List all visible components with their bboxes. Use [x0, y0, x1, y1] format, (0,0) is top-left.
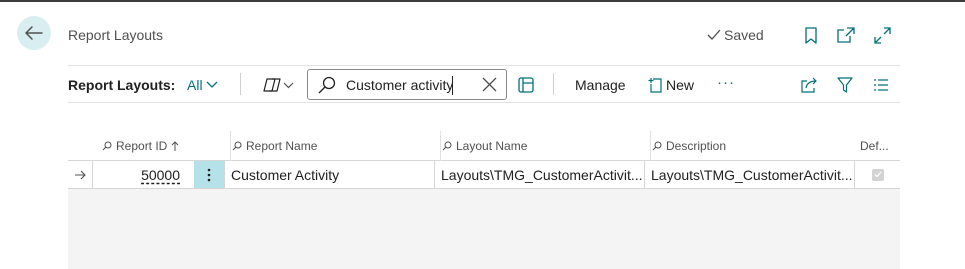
cell-layout-name[interactable]: Layouts\TMG_CustomerActivit... [434, 161, 644, 188]
page-title: Report Layouts [68, 27, 163, 43]
expand-icon [873, 26, 891, 44]
search-icon [652, 141, 662, 151]
expand-button[interactable] [871, 24, 893, 46]
action-bar: Report Layouts: All Customer activity Ma… [68, 65, 900, 103]
column-label: Layout Name [456, 139, 528, 153]
layout-name-value: Layouts\TMG_CustomerActivit... [441, 166, 643, 183]
column-header-report-id[interactable]: Report ID [102, 131, 179, 161]
column-separator [230, 131, 231, 161]
description-value: Layouts\TMG_CustomerActivit... [651, 166, 853, 183]
list-icon [874, 79, 888, 91]
manage-label: Manage [575, 77, 626, 93]
divider [68, 65, 900, 66]
bookmark-icon [805, 26, 817, 44]
view-filter-value: All [187, 77, 203, 93]
report-name-value: Customer Activity [231, 166, 340, 183]
column-header-default[interactable]: Def... [860, 131, 889, 161]
open-new-window-icon [837, 27, 855, 43]
view-label: Report Layouts: [68, 77, 176, 93]
funnel-icon [837, 77, 853, 93]
checkmark-icon [707, 29, 721, 40]
copilot-button[interactable] [263, 75, 294, 95]
divider [68, 102, 900, 103]
saved-label: Saved [724, 27, 764, 43]
search-icon [102, 141, 112, 151]
open-new-window-button[interactable] [835, 24, 857, 46]
copilot-icon [263, 78, 281, 92]
chevron-down-icon [283, 82, 294, 88]
table-row[interactable]: 50000 Customer Activity Layouts\TMG_Cust… [68, 161, 900, 189]
share-icon [801, 77, 817, 93]
filter-pane-button[interactable] [518, 75, 534, 95]
cell-report-name[interactable]: Customer Activity [224, 161, 434, 188]
share-button[interactable] [801, 75, 818, 95]
search-icon [232, 141, 242, 151]
column-separator [650, 131, 651, 161]
new-document-icon [648, 78, 662, 93]
row-actions-button[interactable] [194, 161, 224, 188]
saved-status: Saved [707, 27, 764, 43]
view-filter-dropdown[interactable]: All [187, 77, 218, 93]
list-view-button[interactable] [873, 75, 889, 95]
text-cursor [452, 76, 453, 95]
column-header-description[interactable]: Description [650, 131, 727, 161]
checkmark-icon [874, 171, 881, 178]
clear-search-icon[interactable] [482, 77, 497, 92]
search-icon [318, 76, 336, 94]
row-selector[interactable] [68, 161, 92, 188]
search-input-value: Customer activity [346, 77, 454, 93]
top-border [0, 0, 965, 2]
chevron-down-icon [206, 81, 218, 88]
filter-pane-icon [518, 77, 534, 93]
cell-default [854, 161, 900, 188]
arrow-right-icon [75, 170, 86, 179]
search-input[interactable]: Customer activity [307, 69, 507, 100]
back-button[interactable] [17, 16, 51, 50]
column-label: Def... [860, 139, 889, 153]
divider [240, 73, 241, 95]
column-label: Report ID [116, 139, 168, 153]
column-separator [440, 131, 441, 161]
vertical-ellipsis-icon [207, 168, 211, 181]
divider [553, 73, 554, 95]
more-options-label: ··· [717, 74, 735, 91]
column-header-layout-name[interactable]: Layout Name [440, 131, 528, 161]
column-header-report-name[interactable]: Report Name [230, 131, 318, 161]
filter-button[interactable] [837, 75, 853, 95]
new-button[interactable]: New [648, 77, 694, 93]
more-options-button[interactable]: ··· [717, 74, 735, 91]
table-header: Report ID Report Name Layout Name Descri… [68, 131, 900, 161]
bookmark-button[interactable] [800, 24, 822, 46]
column-label: Report Name [246, 139, 318, 153]
default-checkbox [871, 168, 884, 181]
cell-description[interactable]: Layouts\TMG_CustomerActivit... [644, 161, 854, 188]
sort-ascending-icon [172, 140, 179, 151]
manage-button[interactable]: Manage [575, 77, 626, 93]
arrow-left-icon [25, 26, 43, 40]
cell-report-id[interactable]: 50000 [92, 161, 194, 188]
new-label: New [666, 77, 695, 93]
search-icon [442, 141, 452, 151]
column-label: Description [666, 139, 727, 153]
report-id-link[interactable]: 50000 [141, 167, 180, 183]
